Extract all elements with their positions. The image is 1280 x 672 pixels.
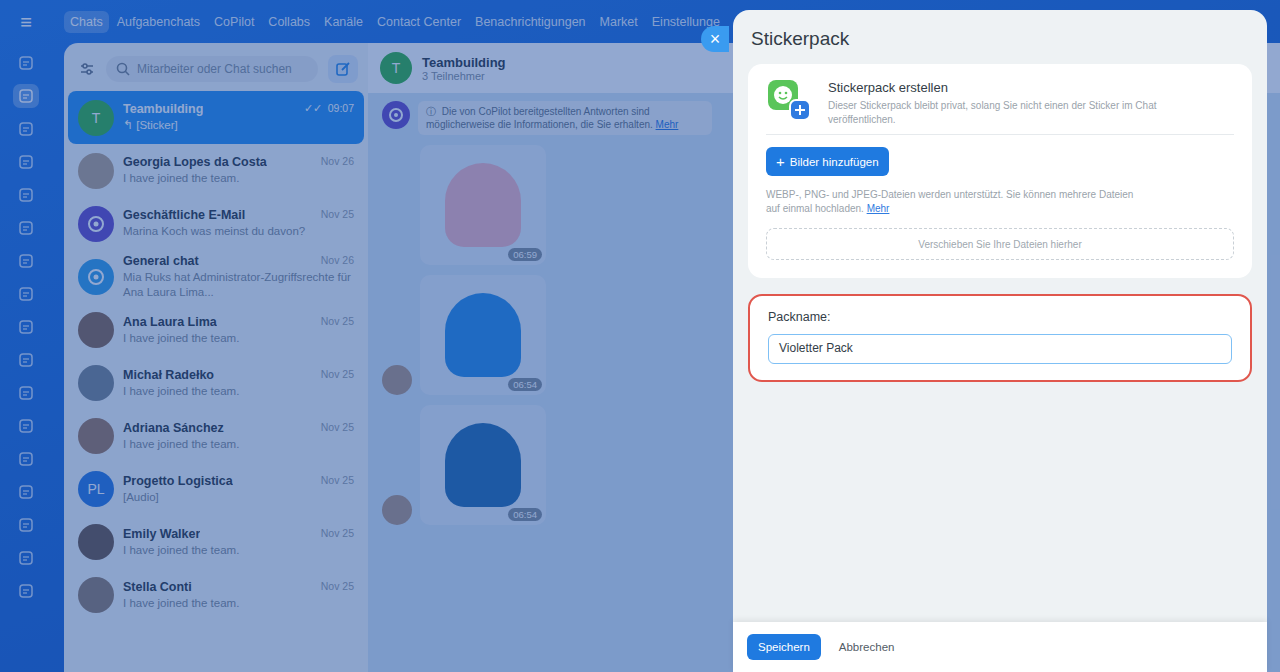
pack-name-input[interactable]: Violetter Pack bbox=[768, 334, 1232, 364]
more-link[interactable]: Mehr bbox=[867, 203, 890, 214]
cancel-button[interactable]: Abbrechen bbox=[831, 634, 903, 660]
pack-name-card: Packname:Violetter Pack bbox=[748, 294, 1252, 382]
save-button[interactable]: Speichern bbox=[747, 634, 821, 660]
add-images-button[interactable]: +Bilder hinzufügen bbox=[766, 147, 889, 176]
create-card: Stickerpack erstellenDieser Stickerpack … bbox=[748, 64, 1252, 278]
sticker-add-icon bbox=[766, 78, 812, 122]
drop-zone[interactable]: Verschieben Sie Ihre Dateien hierher bbox=[766, 228, 1234, 260]
panel-footer: Speichern Abbrechen bbox=[733, 622, 1267, 672]
messenger-app: ≡ChatsAufgabenchatsCoPilotCollabsKanäleC… bbox=[0, 0, 1280, 672]
stickerpack-panel: ×StickerpackStickerpack erstellenDieser … bbox=[733, 10, 1267, 672]
close-button[interactable]: × bbox=[701, 26, 729, 52]
